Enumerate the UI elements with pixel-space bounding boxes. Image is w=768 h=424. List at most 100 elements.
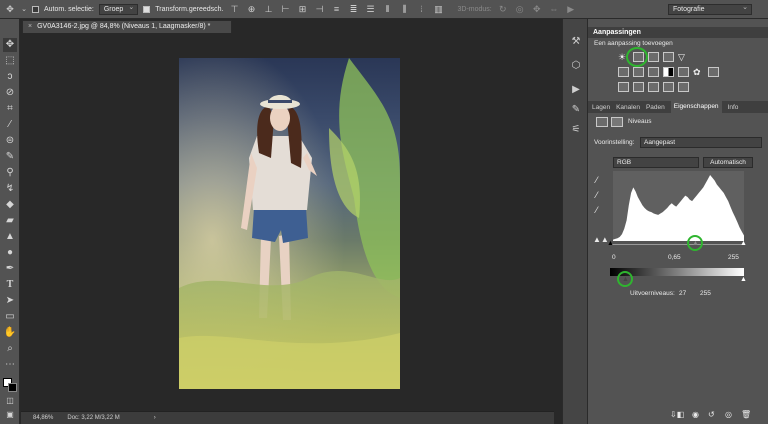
actions-play-icon[interactable]: ▶ xyxy=(569,83,583,97)
tab-paden[interactable]: Paden xyxy=(646,104,665,111)
posterize-icon[interactable] xyxy=(633,82,644,92)
background-color-swatch[interactable] xyxy=(8,383,17,392)
channel-mixer-icon[interactable]: ✿ xyxy=(693,67,704,77)
align-top-icon[interactable]: ⊤ xyxy=(229,4,241,15)
reset-icon[interactable]: ↺ xyxy=(708,410,715,419)
hue-saturation-icon[interactable] xyxy=(633,67,644,77)
adjustments-panel-title[interactable]: Aanpassingen xyxy=(588,27,768,38)
rotate-3d-icon[interactable]: ↻ xyxy=(497,4,509,15)
curves-icon[interactable] xyxy=(648,52,659,62)
black-white-icon[interactable] xyxy=(663,67,674,77)
slide-3d-icon[interactable]: ⇔ xyxy=(548,4,560,15)
workspace-dropdown[interactable]: Fotografie xyxy=(668,3,752,15)
eyedropper-icon[interactable]: ⁄ xyxy=(3,118,17,132)
auto-select-dropdown[interactable]: Groep xyxy=(98,3,139,15)
dodge-icon[interactable]: ● xyxy=(3,246,17,260)
color-balance-icon[interactable] xyxy=(648,67,659,77)
distribute-top-icon[interactable]: ≡ xyxy=(331,4,343,15)
gradient-icon[interactable]: ▰ xyxy=(3,214,17,228)
type-icon[interactable]: T xyxy=(3,278,17,292)
tab-kanalen[interactable]: Kanalen xyxy=(616,104,640,111)
lasso-icon[interactable]: ↄ xyxy=(3,70,17,84)
output-white-slider[interactable]: ▲ xyxy=(740,276,747,283)
stamp-icon[interactable]: ⚲ xyxy=(3,166,17,180)
zoom-level[interactable]: 84,86% xyxy=(33,415,53,421)
vibrance-icon[interactable] xyxy=(618,67,629,77)
healing-icon[interactable]: ⊜ xyxy=(3,134,17,148)
align-right-icon[interactable]: ⊣ xyxy=(314,4,326,15)
document-image[interactable] xyxy=(179,58,400,389)
tab-eigenschappen[interactable]: Eigenschappen xyxy=(670,101,722,113)
brush-presets-icon[interactable]: ✎ xyxy=(569,103,583,117)
auto-align-icon[interactable]: ▥ xyxy=(433,4,445,15)
screen-mode-icon[interactable]: ▣ xyxy=(3,408,17,422)
quick-mask-icon[interactable]: ◫ xyxy=(3,394,17,408)
move-icon[interactable]: ✥ xyxy=(4,4,16,15)
distribute-bottom-icon[interactable]: ☰ xyxy=(365,4,377,15)
input-white-slider[interactable]: ▲ xyxy=(740,240,747,247)
properties-panel-icon[interactable]: ⚒ xyxy=(569,35,583,49)
photo-filter-icon[interactable] xyxy=(678,67,689,77)
roll-3d-icon[interactable]: ◎ xyxy=(514,4,526,15)
blur-icon[interactable]: ▲ xyxy=(3,230,17,244)
scale-3d-icon[interactable]: ▶ xyxy=(565,4,577,15)
invert-icon[interactable] xyxy=(618,82,629,92)
path-select-icon[interactable]: ➤ xyxy=(3,294,17,308)
align-middle-icon[interactable]: ⊕ xyxy=(246,4,258,15)
auto-button[interactable]: Automatisch xyxy=(703,157,753,168)
channel-dropdown[interactable]: RGB xyxy=(613,157,699,168)
photo-illustration xyxy=(179,58,400,389)
more-icon[interactable]: ⋯ xyxy=(3,358,17,372)
hand-icon[interactable]: ✋ xyxy=(3,326,17,340)
distribute-left-icon[interactable]: ⫴ xyxy=(382,4,394,15)
align-bottom-icon[interactable]: ⊥ xyxy=(263,4,275,15)
distribute-center-icon[interactable]: ⫼ xyxy=(399,4,411,15)
3d-panel-icon[interactable]: ⬡ xyxy=(569,59,583,73)
align-center-icon[interactable]: ⊞ xyxy=(297,4,309,15)
clip-to-layer-icon[interactable]: ⇩◧ xyxy=(670,410,684,419)
input-black-value[interactable]: 0 xyxy=(612,254,616,261)
tab-lagen[interactable]: Lagen xyxy=(592,104,610,111)
view-previous-icon[interactable]: ◉ xyxy=(692,410,699,419)
move-icon[interactable]: ✥ xyxy=(3,38,17,52)
align-left-icon[interactable]: ⊢ xyxy=(280,4,292,15)
output-white-value[interactable]: 255 xyxy=(700,290,711,297)
input-black-slider[interactable]: ▲ xyxy=(607,240,614,247)
selective-color-icon[interactable] xyxy=(678,82,689,92)
visibility-eye-icon[interactable]: ◎ xyxy=(725,410,732,419)
delete-trash-icon[interactable]: 🗑 xyxy=(741,410,751,419)
black-point-eyedropper-icon[interactable]: ⁄ xyxy=(596,175,598,185)
brush-icon[interactable]: ✎ xyxy=(3,150,17,164)
document-tab[interactable]: × GV0A3146-2.jpg @ 84,8% (Niveaus 1, Laag… xyxy=(22,20,232,33)
marquee-icon[interactable]: ⬚ xyxy=(3,54,17,68)
white-point-eyedropper-icon[interactable]: ⁄ xyxy=(596,205,598,215)
eraser-icon[interactable]: ◆ xyxy=(3,198,17,212)
distribute-middle-icon[interactable]: ≣ xyxy=(348,4,360,15)
status-menu-arrow[interactable]: › xyxy=(154,415,156,421)
gray-point-eyedropper-icon[interactable]: ⁄ xyxy=(596,190,598,200)
auto-select-checkbox[interactable] xyxy=(32,5,39,13)
close-icon[interactable]: × xyxy=(28,23,32,30)
layer-mask-icon[interactable] xyxy=(611,117,623,127)
transform-checkbox[interactable] xyxy=(143,5,151,13)
shape-icon[interactable]: ▭ xyxy=(3,310,17,324)
distribute-right-icon[interactable]: ⦙ xyxy=(416,4,428,15)
adjust-sliders-icon[interactable]: ⚟ xyxy=(569,123,583,137)
input-white-value[interactable]: 255 xyxy=(728,254,739,261)
color-lookup-icon[interactable] xyxy=(708,67,719,77)
gradient-triangle-icon[interactable]: ▽ xyxy=(678,52,689,62)
history-brush-icon[interactable]: ↯ xyxy=(3,182,17,196)
tab-info[interactable]: Info xyxy=(728,104,739,111)
pan-3d-icon[interactable]: ✥ xyxy=(531,4,543,15)
crop-icon[interactable]: ⌗ xyxy=(3,102,17,116)
input-gamma-value[interactable]: 0,65 xyxy=(668,254,681,261)
pen-icon[interactable]: ✒ xyxy=(3,262,17,276)
zoom-icon[interactable]: ⌕ xyxy=(3,342,17,356)
gradient-map-icon[interactable] xyxy=(663,82,674,92)
chevron-down-icon[interactable]: ⌄ xyxy=(21,4,27,15)
quick-select-icon[interactable]: ⊘ xyxy=(3,86,17,100)
threshold-icon[interactable] xyxy=(648,82,659,92)
output-black-value[interactable]: 27 xyxy=(679,290,686,297)
exposure-icon[interactable] xyxy=(663,52,674,62)
preset-dropdown[interactable]: Aangepast xyxy=(640,137,762,148)
